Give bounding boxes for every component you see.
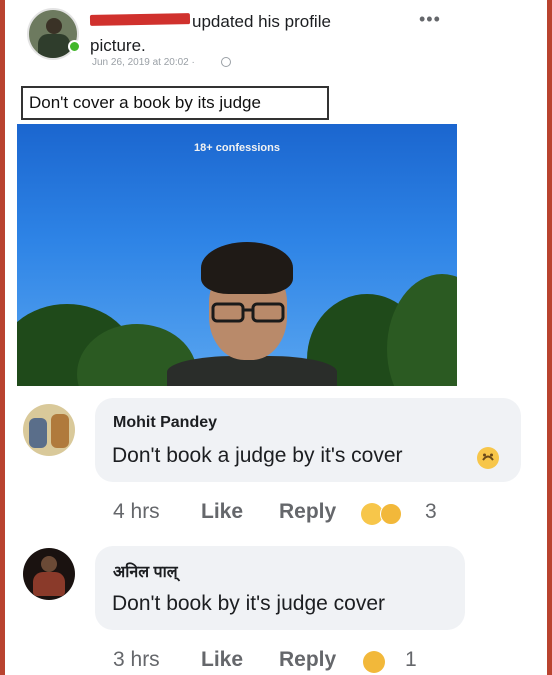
like-button-2[interactable]: Like bbox=[201, 648, 243, 672]
comment-text-1: Don't book a judge by it's cover bbox=[112, 444, 403, 467]
comment-bubble-2 bbox=[95, 546, 465, 630]
upside-down-face-emoji bbox=[477, 447, 499, 469]
commenter-avatar-2[interactable] bbox=[23, 548, 75, 600]
like-button-1[interactable]: Like bbox=[201, 500, 243, 524]
profile-photo[interactable]: 18+ confessions bbox=[17, 124, 457, 386]
comment-time-1[interactable]: 4 hrs bbox=[113, 500, 160, 524]
caption-box: Don't cover a book by its judge bbox=[21, 86, 329, 120]
comment-bubble-1 bbox=[95, 398, 521, 482]
globe-icon bbox=[221, 57, 231, 67]
more-options-icon[interactable]: ••• bbox=[419, 10, 441, 28]
comment-time-2[interactable]: 3 hrs bbox=[113, 648, 160, 672]
online-status-icon bbox=[68, 40, 81, 53]
reply-button-1[interactable]: Reply bbox=[279, 500, 336, 524]
post-timestamp[interactable]: Jun 26, 2019 at 20:02 · bbox=[92, 57, 195, 68]
post-header-text: updated his profile picture. bbox=[90, 12, 331, 55]
commenter-avatar-1[interactable] bbox=[23, 404, 75, 456]
reaction-count-1[interactable]: 3 bbox=[425, 500, 437, 524]
reply-button-2[interactable]: Reply bbox=[279, 648, 336, 672]
post-card: updated his profile picture. Jun 26, 201… bbox=[5, 0, 547, 675]
sad-emoji-2 bbox=[363, 651, 385, 673]
comment-text-2: Don't book by it's judge cover bbox=[112, 592, 385, 615]
commenter-name-2[interactable]: अनिल पाल् bbox=[113, 560, 178, 582]
commenter-name-1[interactable]: Mohit Pandey bbox=[113, 414, 217, 432]
watermark: 18+ confessions bbox=[194, 142, 280, 154]
sad-emoji bbox=[380, 503, 402, 525]
reaction-count-2[interactable]: 1 bbox=[405, 648, 417, 672]
